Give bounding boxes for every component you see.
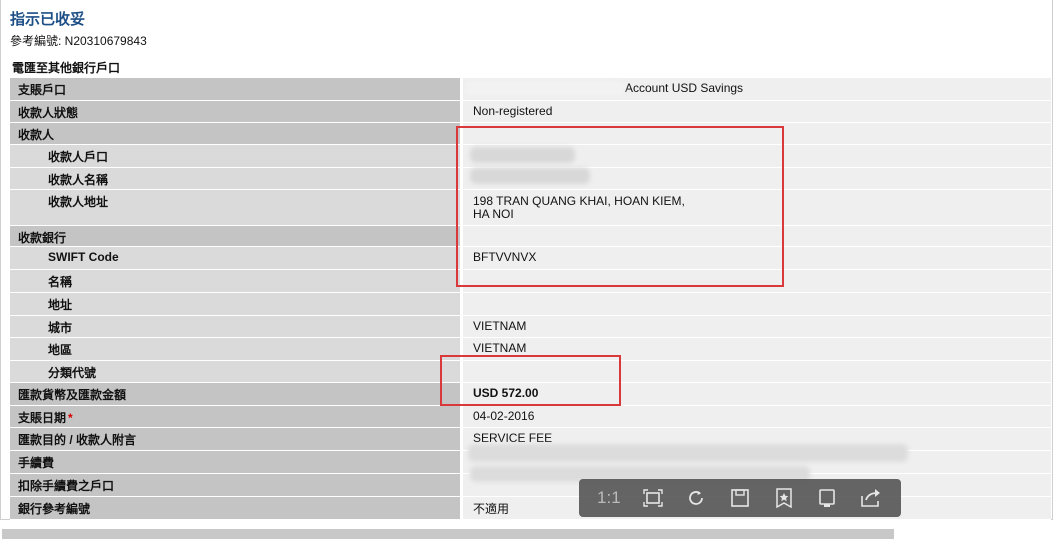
rotate-icon[interactable] [682, 484, 710, 512]
row-value: USD 572.00 [460, 383, 1051, 405]
row-label: 城市 [10, 316, 460, 337]
row-label: 匯款貨幣及匯款金額 [10, 383, 460, 405]
bookmark-star-icon[interactable] [770, 484, 798, 512]
redaction-blur [468, 444, 908, 462]
table-row: 地區 VIETNAM [10, 338, 1051, 361]
table-row: SWIFT Code BFTVVNVX [10, 247, 1051, 270]
reference-number: 參考編號: N20310679843 [10, 34, 147, 48]
row-label: 分類代號 [10, 361, 460, 382]
row-value [460, 123, 1051, 144]
row-value: BFTVVNVX [460, 247, 1051, 269]
table-row: 收款銀行 [10, 226, 1051, 247]
device-icon[interactable] [813, 484, 841, 512]
row-label: 支賬戶口 [10, 78, 460, 100]
row-label: 收款人 [10, 123, 460, 144]
row-label: 收款人名稱 [10, 168, 460, 189]
row-value [460, 226, 1051, 246]
zoom-actual-size-button[interactable]: 1:1 [595, 484, 623, 512]
table-row: 城市 VIETNAM [10, 316, 1051, 338]
fit-screen-icon[interactable] [639, 484, 667, 512]
row-value: VIETNAM [460, 316, 1051, 337]
row-value: 04-02-2016 [460, 406, 1051, 427]
table-row: 地址 [10, 293, 1051, 316]
row-label: 支賬日期 * [10, 406, 460, 427]
table-row: 支賬日期 * 04-02-2016 [10, 406, 1051, 428]
row-value: VIETNAM [460, 338, 1051, 360]
row-label: SWIFT Code [10, 247, 460, 269]
row-label: 收款人地址 [10, 190, 460, 225]
row-value [460, 293, 1051, 315]
table-row: 名稱 [10, 270, 1051, 293]
row-value [460, 361, 1051, 382]
table-row: 收款人狀態 Non-registered [10, 101, 1051, 123]
row-label: 扣除手續費之戶口 [10, 474, 460, 496]
required-mark: * [68, 411, 73, 425]
row-label: 銀行參考編號 [10, 497, 460, 519]
row-value [460, 270, 1051, 292]
table-row: 匯款貨幣及匯款金額 USD 572.00 [10, 383, 1051, 406]
row-label: 收款人狀態 [10, 101, 460, 122]
row-label: 地址 [10, 293, 460, 315]
row-label: 地區 [10, 338, 460, 360]
table-row: 收款人地址 198 TRAN QUANG KHAI, HOAN KIEM, HA… [10, 190, 1051, 226]
save-icon[interactable] [726, 484, 754, 512]
viewer-toolbar: 1:1 [579, 479, 901, 517]
table-row: 分類代號 [10, 361, 1051, 383]
row-label: 匯款目的 / 收款人附言 [10, 428, 460, 450]
table-row: 收款人 [10, 123, 1051, 145]
row-value: 198 TRAN QUANG KHAI, HOAN KIEM, HA NOI [460, 190, 1051, 225]
redaction-blur [470, 147, 575, 163]
row-label: 手續費 [10, 451, 460, 473]
redaction-blur [465, 81, 625, 95]
row-label: 收款人戶口 [10, 145, 460, 167]
row-label: 收款銀行 [10, 226, 460, 246]
row-label: 名稱 [10, 270, 460, 292]
page-title: 指示已收妥 [10, 11, 86, 28]
row-value: Non-registered [460, 101, 1051, 122]
horizontal-scrollbar[interactable] [2, 529, 894, 539]
share-icon[interactable] [857, 484, 885, 512]
section-title: 電匯至其他銀行戶口 [12, 61, 121, 75]
redaction-blur [470, 168, 590, 184]
